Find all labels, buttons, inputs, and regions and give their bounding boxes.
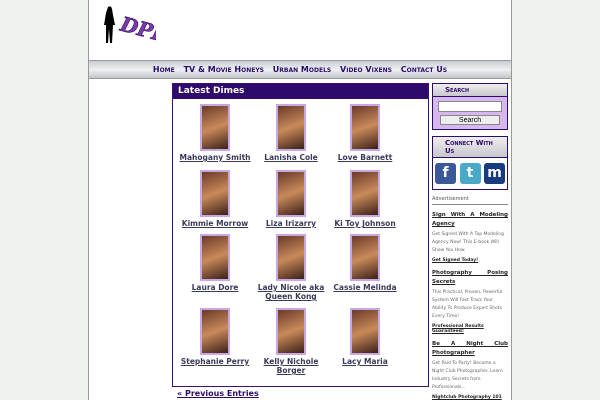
connect-title: Connect With Us [433, 137, 507, 158]
nav-contact-us[interactable]: Contact Us [401, 65, 447, 74]
ad-label: Advertisement [432, 196, 508, 205]
ad-cta-link[interactable]: Get Signed Today! [432, 258, 508, 263]
ad-title-link[interactable]: Be A Night Club Photographer [432, 340, 508, 358]
site-logo[interactable]: DPH [101, 5, 156, 45]
model-thumbnail[interactable] [276, 170, 306, 217]
model-thumbnail[interactable] [276, 234, 306, 281]
ad-cta-link[interactable]: Professional Results Guaranteed! [432, 324, 508, 334]
search-input[interactable] [438, 101, 502, 112]
nav-video-vixens[interactable]: Video Vixens [340, 65, 392, 74]
model-card[interactable]: Mahogany Smith [175, 104, 255, 162]
previous-entries-link[interactable]: « Previous Entries [177, 389, 259, 398]
model-name-link[interactable]: Stephanie Perry [175, 357, 255, 366]
ad-body: Get Signed With A Top Modeling Agency No… [432, 232, 504, 253]
model-thumbnail[interactable] [200, 170, 230, 217]
model-name-link[interactable]: Lanisha Cole [251, 153, 331, 162]
model-name-link[interactable]: Kelly Nichole Borger [251, 357, 331, 375]
ad-body: Get Paid To Party! Become a Night Club P… [432, 361, 503, 390]
model-thumbnail[interactable] [276, 308, 306, 355]
model-thumbnail[interactable] [350, 308, 380, 355]
model-card[interactable]: Lanisha Cole [251, 104, 331, 162]
model-thumbnail[interactable] [350, 104, 380, 151]
model-name-link[interactable]: Ki Toy Johnson [325, 219, 405, 228]
model-name-link[interactable]: Mahogany Smith [175, 153, 255, 162]
myspace-icon[interactable]: m [484, 163, 505, 184]
search-title: Search [433, 84, 507, 97]
model-thumbnail[interactable] [350, 234, 380, 281]
model-name-link[interactable]: Laura Dore [175, 283, 255, 292]
model-name-link[interactable]: Liza Irizarry [251, 219, 331, 228]
model-thumbnail[interactable] [350, 170, 380, 217]
nav-home[interactable]: Home [153, 65, 175, 74]
model-thumbnail[interactable] [276, 104, 306, 151]
model-card[interactable]: Stephanie Perry [175, 308, 255, 366]
model-card[interactable]: Ki Toy Johnson [325, 170, 405, 228]
search-button[interactable]: Search [440, 115, 500, 125]
facebook-icon[interactable]: f [435, 163, 456, 184]
ad-cta-link[interactable]: Nightclub Photography 101 [432, 395, 508, 400]
ad-body: This Practical, Proven, Powerful System … [432, 290, 503, 319]
svg-text:DPH: DPH [117, 12, 156, 45]
model-name-link[interactable]: Kimmie Morrow [175, 219, 255, 228]
model-name-link[interactable]: Lady Nicole aka Queen Kong [251, 283, 331, 301]
model-thumbnail[interactable] [200, 104, 230, 151]
ad-block: Sign With A Modeling Agency Get Signed Wi… [432, 211, 508, 263]
latest-dimes-panel: Latest Dimes Mahogany Smith Lanisha Cole L… [172, 83, 429, 387]
page-container: DPH Home TV & Movie Honeys Urban Models … [88, 0, 512, 400]
model-card[interactable]: Laura Dore [175, 234, 255, 292]
model-card[interactable]: Cassie Melinda [325, 234, 405, 292]
model-name-link[interactable]: Love Barnett [325, 153, 405, 162]
twitter-icon[interactable]: t [459, 163, 481, 184]
ad-title-link[interactable]: Photography Posing Secrets [432, 269, 508, 287]
model-card[interactable]: Lady Nicole aka Queen Kong [251, 234, 331, 301]
ad-block: Photography Posing Secrets This Practical… [432, 269, 508, 334]
sidebar: Search Search Connect With Us f t m Adve… [432, 83, 508, 400]
model-card[interactable]: Liza Irizarry [251, 170, 331, 228]
ad-block: Be A Night Club Photographer Get Paid To … [432, 340, 508, 400]
nav-urban-models[interactable]: Urban Models [273, 65, 331, 74]
nav-tv-movie-honeys[interactable]: TV & Movie Honeys [184, 65, 264, 74]
panel-title: Latest Dimes [173, 84, 428, 99]
model-card[interactable]: Lacy Maria [325, 308, 405, 366]
model-thumbnail[interactable] [200, 234, 230, 281]
connect-widget: Connect With Us f t m [432, 136, 508, 190]
ad-title-link[interactable]: Sign With A Modeling Agency [432, 211, 508, 229]
model-name-link[interactable]: Lacy Maria [325, 357, 405, 366]
model-card[interactable]: Love Barnett [325, 104, 405, 162]
main-nav: Home TV & Movie Honeys Urban Models Vide… [89, 60, 511, 79]
search-widget: Search Search [432, 83, 508, 130]
model-name-link[interactable]: Cassie Melinda [325, 283, 405, 292]
model-card[interactable]: Kimmie Morrow [175, 170, 255, 228]
model-card[interactable]: Kelly Nichole Borger [251, 308, 331, 375]
model-thumbnail[interactable] [200, 308, 230, 355]
